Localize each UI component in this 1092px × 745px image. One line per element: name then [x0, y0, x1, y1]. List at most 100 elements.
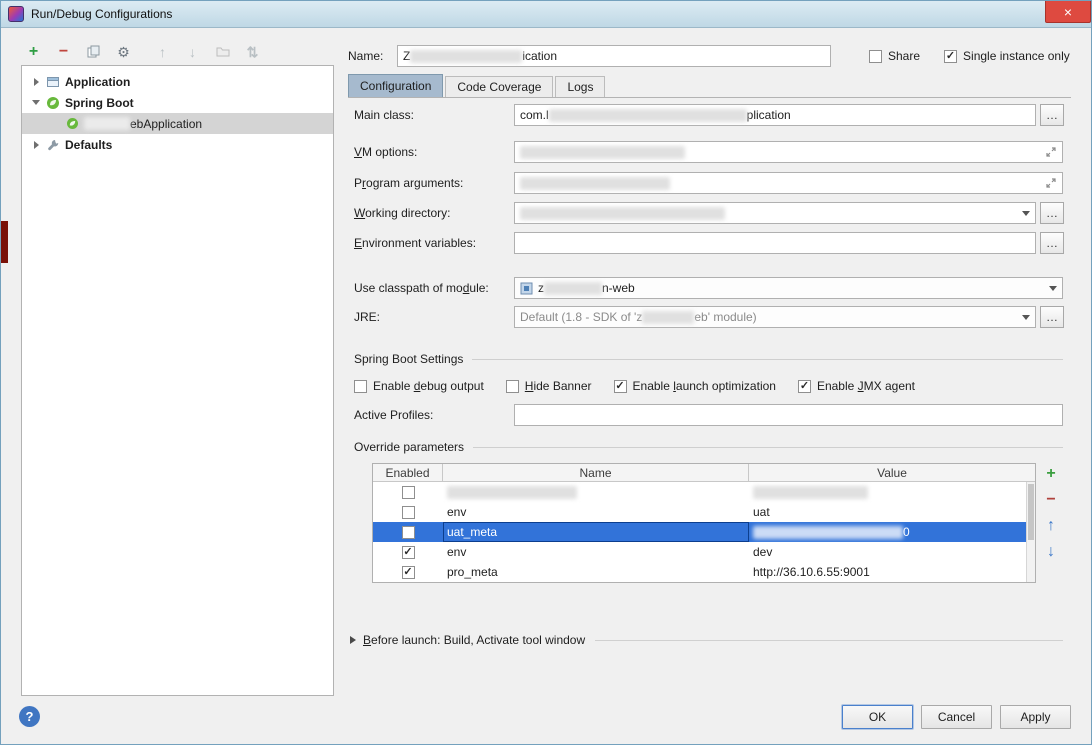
jre-combobox[interactable]: Default (1.8 - SDK of 'z eb' module): [514, 306, 1036, 328]
checkbox-box[interactable]: ✓: [613, 379, 627, 393]
before-launch-label: Before launch: Build, Activate tool wind…: [363, 633, 586, 647]
hide-banner-checkbox[interactable]: Hide Banner: [505, 379, 592, 393]
screen-edge-artifact: [1, 221, 8, 263]
name-input[interactable]: Z ication: [397, 45, 831, 67]
checkbox-box[interactable]: [354, 379, 367, 393]
table-row[interactable]: ✓ env dev: [373, 542, 1035, 562]
enable-jmx-agent-checkbox[interactable]: ✓ Enable JMX agent: [797, 379, 915, 393]
remove-configuration-button[interactable]: −: [55, 44, 72, 61]
active-profiles-label: Active Profiles:: [354, 408, 434, 422]
table-scrollbar[interactable]: [1026, 482, 1035, 582]
add-configuration-button[interactable]: +: [25, 44, 42, 61]
expand-triangle-icon[interactable]: [350, 636, 356, 644]
classpath-combobox[interactable]: z n-web: [514, 277, 1063, 299]
module-icon: [520, 282, 533, 295]
redacted-text: [447, 485, 577, 499]
main-class-browse-button[interactable]: …: [1040, 104, 1064, 126]
override-parameters-separator: Override parameters: [348, 439, 1071, 455]
checkbox-box[interactable]: [505, 379, 519, 393]
jre-browse-button[interactable]: …: [1040, 306, 1064, 328]
redacted-text: [544, 281, 602, 295]
environment-variables-browse-button[interactable]: …: [1040, 232, 1064, 254]
help-button[interactable]: ?: [19, 706, 40, 727]
remove-parameter-button[interactable]: −: [1042, 491, 1060, 509]
program-arguments-input[interactable]: [514, 172, 1063, 194]
move-down-button[interactable]: ↓: [184, 44, 201, 61]
collapse-chevron-icon[interactable]: [30, 100, 42, 105]
cancel-button[interactable]: Cancel: [921, 705, 992, 729]
dropdown-arrow-icon[interactable]: [1049, 285, 1057, 291]
tab-logs[interactable]: Logs: [555, 76, 606, 97]
move-up-button[interactable]: ↑: [154, 44, 171, 61]
checkbox-box[interactable]: [401, 485, 415, 499]
scrollbar-thumb[interactable]: [1028, 484, 1034, 540]
spring-checkbox-row: Enable debug output Hide Banner ✓ Enable…: [348, 378, 1071, 394]
checkbox-box[interactable]: ✓: [944, 49, 958, 63]
main-class-label: Main class:: [354, 108, 415, 122]
table-row[interactable]: [373, 482, 1035, 502]
enable-launch-optimization-checkbox[interactable]: ✓ Enable launch optimization: [613, 379, 776, 393]
working-directory-browse-button[interactable]: …: [1040, 202, 1064, 224]
tab-configuration[interactable]: Configuration: [348, 74, 444, 97]
add-parameter-button[interactable]: +: [1042, 465, 1060, 483]
column-header-name[interactable]: Name: [443, 464, 749, 481]
checkbox-box[interactable]: [401, 525, 415, 539]
close-button[interactable]: ×: [1045, 1, 1091, 23]
move-parameter-down-button[interactable]: ↓: [1042, 543, 1060, 561]
before-launch-section[interactable]: Before launch: Build, Activate tool wind…: [348, 631, 1063, 649]
classpath-row: Use classpath of module: z n-web: [348, 276, 1071, 300]
close-icon: ×: [1063, 3, 1073, 20]
dropdown-arrow-icon[interactable]: [1022, 210, 1030, 216]
table-row[interactable]: env uat: [373, 502, 1035, 522]
spring-boot-icon: [46, 96, 60, 110]
checkbox-box[interactable]: ✓: [797, 379, 811, 393]
expand-chevron-icon[interactable]: [30, 77, 42, 86]
titlebar: Run/Debug Configurations ×: [1, 1, 1091, 28]
copy-configuration-button[interactable]: [85, 44, 102, 61]
enable-debug-output-checkbox[interactable]: Enable debug output: [354, 379, 484, 393]
ok-button[interactable]: OK: [842, 705, 913, 729]
arrow-up-icon: ↑: [159, 44, 166, 60]
tab-code-coverage[interactable]: Code Coverage: [445, 76, 554, 97]
tree-item-spring-boot[interactable]: Spring Boot: [22, 92, 333, 113]
share-checkbox[interactable]: Share: [869, 49, 920, 63]
sort-configurations-button[interactable]: ⇅: [244, 44, 261, 61]
single-instance-checkbox[interactable]: ✓ Single instance only: [944, 49, 1070, 63]
apply-button[interactable]: Apply: [1000, 705, 1071, 729]
tree-item-application[interactable]: Application: [22, 71, 333, 92]
tree-item-defaults[interactable]: Defaults: [22, 134, 333, 155]
dropdown-arrow-icon[interactable]: [1022, 314, 1030, 320]
expand-field-icon[interactable]: [1045, 146, 1057, 158]
copy-icon: [87, 45, 100, 60]
table-row[interactable]: ✓ pro_meta http://36.10.6.55:9001: [373, 562, 1035, 582]
wrench-icon: ⚙: [117, 44, 130, 60]
arrow-up-icon: ↑: [1047, 517, 1055, 534]
redacted-text: [520, 206, 725, 220]
separator-line: [595, 639, 1063, 641]
column-header-enabled[interactable]: Enabled: [373, 464, 443, 481]
expand-chevron-icon[interactable]: [30, 140, 42, 149]
working-directory-combobox[interactable]: [514, 202, 1036, 224]
checkbox-box[interactable]: [869, 49, 882, 63]
working-directory-label: Working directory:: [354, 206, 451, 220]
expand-field-icon[interactable]: [1045, 177, 1057, 189]
table-row-selected[interactable]: uat_meta 0: [373, 522, 1035, 542]
tree-item-web-application-selected[interactable]: ebApplication: [22, 113, 333, 134]
program-arguments-label: Program arguments:: [354, 176, 464, 190]
main-class-row: Main class: com.l plication …: [348, 103, 1071, 127]
active-profiles-input[interactable]: [514, 404, 1063, 426]
edit-defaults-button[interactable]: ⚙: [115, 44, 132, 61]
checkbox-box[interactable]: ✓: [401, 565, 415, 579]
configurations-tree: Application Spring Boot ebApplication De…: [21, 65, 334, 696]
checkbox-box[interactable]: [401, 505, 415, 519]
name-row: Name: Z ication Share ✓ Single instance …: [348, 44, 1071, 68]
create-folder-button[interactable]: [214, 44, 231, 61]
main-class-input[interactable]: com.l plication: [514, 104, 1036, 126]
column-header-value[interactable]: Value: [749, 464, 1035, 481]
sort-icon: ⇅: [246, 44, 259, 60]
checkbox-box[interactable]: ✓: [401, 545, 415, 559]
move-parameter-up-button[interactable]: ↑: [1042, 517, 1060, 535]
environment-variables-input[interactable]: [514, 232, 1036, 254]
vm-options-input[interactable]: [514, 141, 1063, 163]
intellij-app-icon: [8, 6, 24, 22]
